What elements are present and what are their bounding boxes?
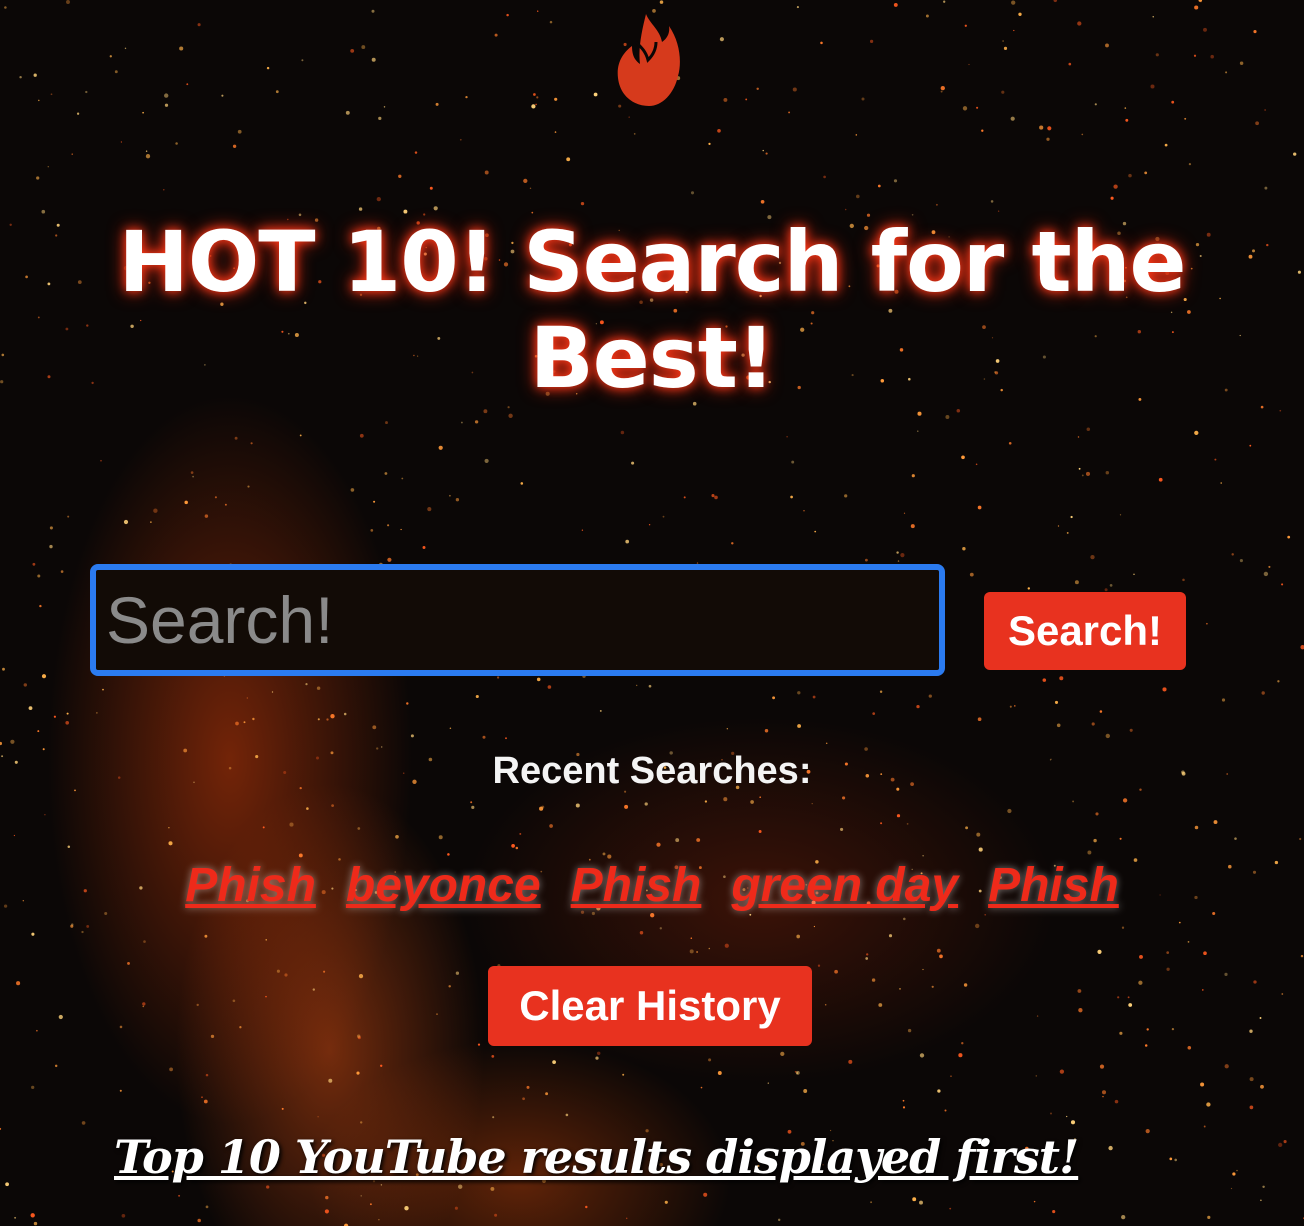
recent-search-link[interactable]: green day [731,859,958,912]
search-input[interactable] [90,564,945,676]
recent-searches-list: Phish beyonce Phish green day Phish [0,858,1304,913]
clear-history-button[interactable]: Clear History [488,966,812,1046]
recent-search-link[interactable]: Phish [571,859,702,912]
footer-note: Top 10 YouTube results displayed first! [114,1130,1079,1184]
recent-search-link[interactable]: Phish [988,859,1119,912]
recent-searches-heading: Recent Searches: [492,750,812,792]
page-title: HOT 10! Search for the Best! [118,213,1187,407]
recent-search-link[interactable]: beyonce [346,859,541,912]
flame-icon [617,14,680,106]
search-button[interactable]: Search! [984,592,1186,670]
recent-search-link[interactable]: Phish [185,859,316,912]
